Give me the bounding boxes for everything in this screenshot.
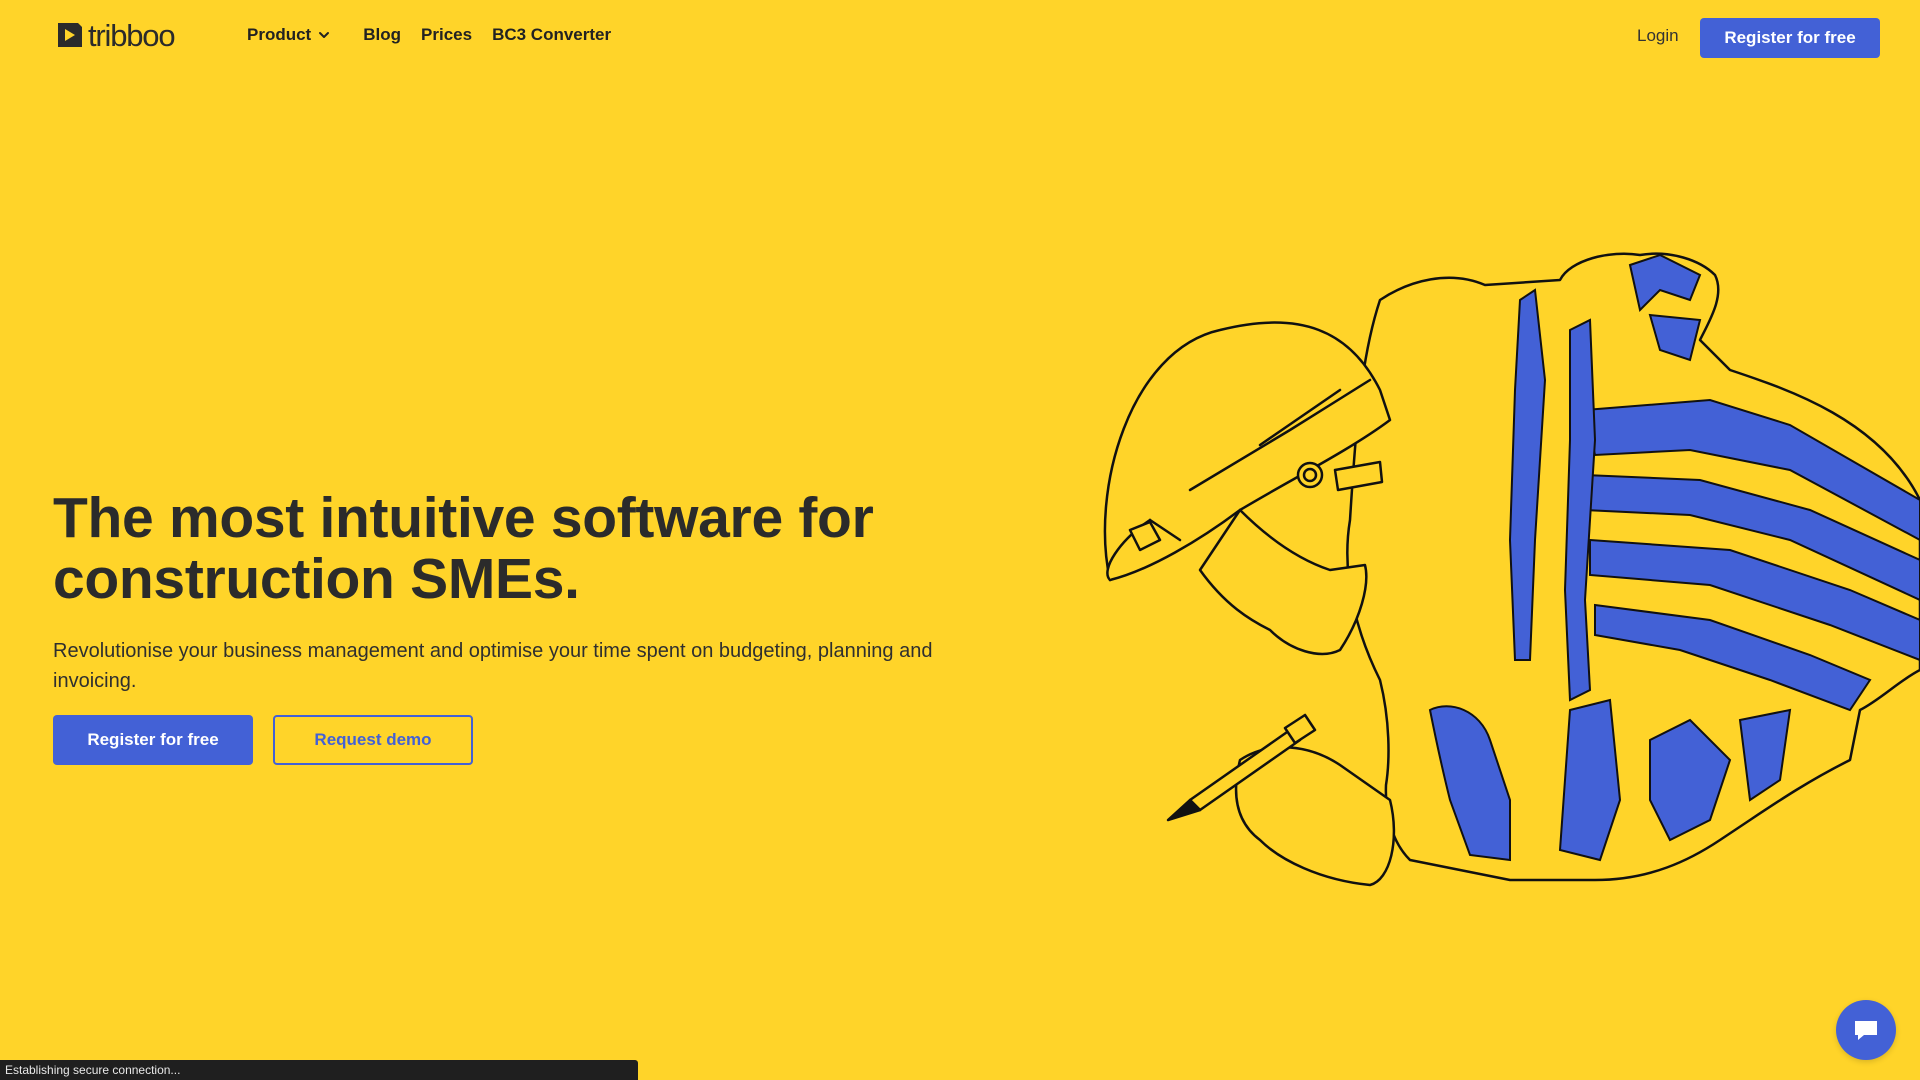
tribboo-logo-icon <box>58 23 82 47</box>
nav-item-bc3-converter[interactable]: BC3 Converter <box>492 25 611 45</box>
header-register-button[interactable]: Register for free <box>1700 18 1880 58</box>
brand-logo[interactable]: tribboo <box>56 17 176 53</box>
nav-item-label: Product <box>247 25 312 44</box>
login-link[interactable]: Login <box>1637 26 1679 46</box>
hero-register-button[interactable]: Register for free <box>53 715 253 765</box>
hero-subtitle: Revolutionise your business management a… <box>53 640 933 692</box>
brand-name: tribboo <box>88 17 176 53</box>
nav-item-product[interactable]: Product <box>247 25 331 45</box>
chat-button[interactable] <box>1836 1000 1896 1060</box>
site-header: tribboo Product Blog Prices BC3 Converte… <box>0 0 1920 74</box>
nav-item-prices[interactable]: Prices <box>421 25 472 45</box>
construction-worker-illustration <box>1103 252 1920 887</box>
nav-item-blog[interactable]: Blog <box>363 25 401 45</box>
status-bar: Establishing secure connection... <box>0 1060 638 1080</box>
hero-title: The most intuitive software for construc… <box>53 486 874 611</box>
chat-bubble-icon <box>1855 1021 1877 1040</box>
main-nav: Product Blog Prices BC3 Converter <box>247 25 631 45</box>
chevron-down-icon <box>319 32 330 38</box>
request-demo-button[interactable]: Request demo <box>273 715 473 765</box>
